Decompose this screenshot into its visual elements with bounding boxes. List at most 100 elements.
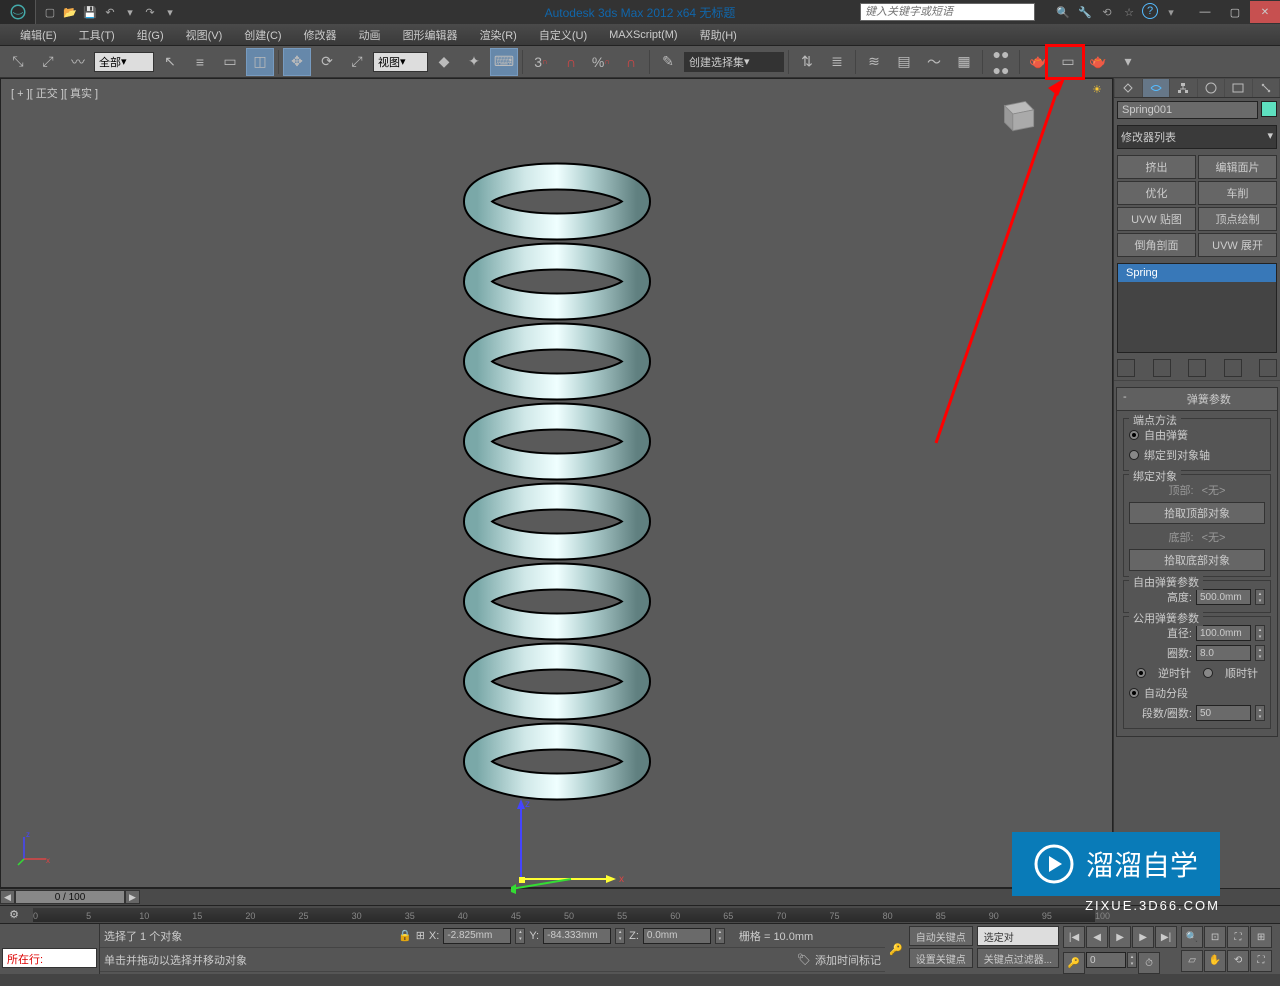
display-tab[interactable] xyxy=(1225,79,1252,97)
configure-sets-icon[interactable] xyxy=(1259,359,1277,377)
key-mode-icon[interactable]: 🔑 xyxy=(1063,952,1085,974)
fov-icon[interactable]: ▱ xyxy=(1181,950,1203,972)
radio-ccw[interactable] xyxy=(1136,668,1146,678)
menu-modifiers[interactable]: 修改器 xyxy=(294,24,347,46)
app-icon[interactable] xyxy=(0,0,36,24)
goto-end-icon[interactable]: ▶| xyxy=(1155,926,1177,948)
open-icon[interactable]: 📂 xyxy=(61,3,79,21)
menu-edit[interactable]: 编辑(E) xyxy=(10,24,67,46)
dropdown-icon[interactable]: ▾ xyxy=(121,3,139,21)
zoom-extents-icon[interactable]: ⛶ xyxy=(1227,926,1249,948)
segments-spinner[interactable]: 50 xyxy=(1196,705,1251,721)
light-icon[interactable]: ☀ xyxy=(1092,83,1108,99)
menu-tools[interactable]: 工具(T) xyxy=(69,24,125,46)
current-frame-input[interactable]: 0 xyxy=(1086,952,1126,968)
hierarchy-tab[interactable] xyxy=(1170,79,1197,97)
listener-output[interactable] xyxy=(2,926,97,946)
search-icon[interactable]: 🔍 xyxy=(1054,3,1072,21)
curve-editor-icon[interactable]: 〜 xyxy=(920,48,948,76)
new-icon[interactable]: ▢ xyxy=(41,3,59,21)
menu-views[interactable]: 视图(V) xyxy=(176,24,233,46)
spinner-buttons[interactable]: ▴▾ xyxy=(1255,589,1265,605)
pick-top-button[interactable]: 拾取顶部对象 xyxy=(1129,502,1265,524)
diameter-spinner[interactable]: 100.0mm xyxy=(1196,625,1251,641)
script-listener-input[interactable]: 所在行: xyxy=(2,948,97,968)
move-icon[interactable]: ✥ xyxy=(283,48,311,76)
mod-optimize[interactable]: 优化 xyxy=(1117,181,1196,205)
add-time-tag[interactable]: 添加时间标记 xyxy=(815,952,881,968)
save-icon[interactable]: 💾 xyxy=(81,3,99,21)
menu-rendering[interactable]: 渲染(R) xyxy=(470,24,527,46)
minimize-button[interactable]: — xyxy=(1190,1,1220,23)
spring-object[interactable] xyxy=(457,122,657,845)
x-coord-input[interactable]: -2.825mm xyxy=(443,928,511,944)
keyboard-shortcut-icon[interactable]: ⌨ xyxy=(490,48,518,76)
object-color-swatch[interactable] xyxy=(1261,101,1277,117)
selected-filter-dropdown[interactable]: 选定对 xyxy=(977,926,1059,946)
create-tab[interactable] xyxy=(1115,79,1142,97)
viewport-label[interactable]: [ + ][ 正交 ][ 真实 ] xyxy=(11,85,98,101)
show-end-result-icon[interactable] xyxy=(1153,359,1171,377)
menu-help[interactable]: 帮助(H) xyxy=(690,24,747,46)
zoom-icon[interactable]: 🔍 xyxy=(1181,926,1203,948)
orbit-icon[interactable]: ⟲ xyxy=(1227,950,1249,972)
selection-filter-dropdown[interactable]: 全部 ▾ xyxy=(94,52,154,72)
align-icon[interactable]: ≣ xyxy=(823,48,851,76)
menu-group[interactable]: 组(G) xyxy=(127,24,174,46)
viewcube[interactable] xyxy=(992,89,1042,139)
unlink-icon[interactable]: ⤢ xyxy=(34,48,62,76)
lock-icon[interactable]: 🔒 xyxy=(398,929,412,942)
close-button[interactable] xyxy=(1250,1,1280,23)
move-gizmo[interactable]: x y z xyxy=(511,799,671,919)
rotate-icon[interactable]: ⟳ xyxy=(313,48,341,76)
menu-create[interactable]: 创建(C) xyxy=(234,24,291,46)
prev-frame-button[interactable]: ◀ xyxy=(0,890,15,904)
rectangle-select-icon[interactable]: ▭ xyxy=(216,48,244,76)
motion-tab[interactable] xyxy=(1198,79,1225,97)
maximize-button[interactable]: ▢ xyxy=(1220,1,1250,23)
goto-start-icon[interactable]: |◀ xyxy=(1063,926,1085,948)
select-icon[interactable]: ↖ xyxy=(156,48,184,76)
radio-free-spring[interactable]: 自由弹簧 xyxy=(1129,425,1265,445)
menu-maxscript[interactable]: MAXScript(M) xyxy=(599,26,687,44)
mod-uvw-map[interactable]: UVW 贴图 xyxy=(1117,207,1196,231)
render-setup-icon[interactable]: 🫖 xyxy=(1024,48,1052,76)
stack-item-spring[interactable]: Spring xyxy=(1118,264,1276,282)
utilities-tab[interactable] xyxy=(1253,79,1280,97)
undo-icon[interactable]: ↶ xyxy=(101,3,119,21)
mod-lathe[interactable]: 车削 xyxy=(1198,181,1277,205)
layers-icon[interactable]: ≋ xyxy=(860,48,888,76)
radio-bind-axis[interactable]: 绑定到对象轴 xyxy=(1129,445,1265,465)
window-crossing-icon[interactable]: ◫ xyxy=(246,48,274,76)
ref-coord-dropdown[interactable]: 视图 ▾ xyxy=(373,52,428,72)
layer-manager-icon[interactable]: ▤ xyxy=(890,48,918,76)
star-icon[interactable]: ☆ xyxy=(1120,3,1138,21)
key-filters-button[interactable]: 关键点过滤器... xyxy=(977,948,1059,968)
pan-icon[interactable]: ✋ xyxy=(1204,950,1226,972)
zoom-all-icon[interactable]: ⊡ xyxy=(1204,926,1226,948)
radio-auto-seg[interactable] xyxy=(1129,688,1139,698)
bind-space-warp-icon[interactable]: 〰 xyxy=(64,48,92,76)
pivot-icon[interactable]: ◆ xyxy=(430,48,458,76)
render-icon[interactable]: 🫖 xyxy=(1084,48,1112,76)
select-by-name-icon[interactable]: ≡ xyxy=(186,48,214,76)
percent-snap-icon[interactable]: %∩ xyxy=(587,48,615,76)
dropdown-icon[interactable]: ▾ xyxy=(161,3,179,21)
ruler-track[interactable]: 0510152025303540455055606570758085909510… xyxy=(33,908,1095,922)
maximize-viewport-icon[interactable]: ⛶ xyxy=(1250,950,1272,972)
spinner-buttons[interactable]: ▴▾ xyxy=(1255,645,1265,661)
exchange-icon[interactable]: ⟲ xyxy=(1098,3,1116,21)
modifier-list-dropdown[interactable]: 修改器列表▾ xyxy=(1117,125,1277,149)
next-frame-button[interactable]: ▶ xyxy=(125,890,140,904)
mod-extrude[interactable]: 挤出 xyxy=(1117,155,1196,179)
time-slider-handle[interactable]: 0 / 100 xyxy=(15,890,125,904)
rollout-header[interactable]: -弹簧参数 xyxy=(1117,388,1277,411)
menu-animation[interactable]: 动画 xyxy=(349,24,391,46)
named-selection-dropdown[interactable]: 创建选择集 ▾ xyxy=(684,52,784,72)
render-dropdown-icon[interactable]: ▾ xyxy=(1114,48,1142,76)
set-key-button[interactable]: 设置关键点 xyxy=(909,948,973,968)
dropdown-icon[interactable]: ▾ xyxy=(1162,3,1180,21)
material-editor-icon[interactable]: ●●●● xyxy=(987,48,1015,76)
time-tag-icon[interactable]: 🏷 xyxy=(797,953,811,966)
zoom-extents-all-icon[interactable]: ⊞ xyxy=(1250,926,1272,948)
